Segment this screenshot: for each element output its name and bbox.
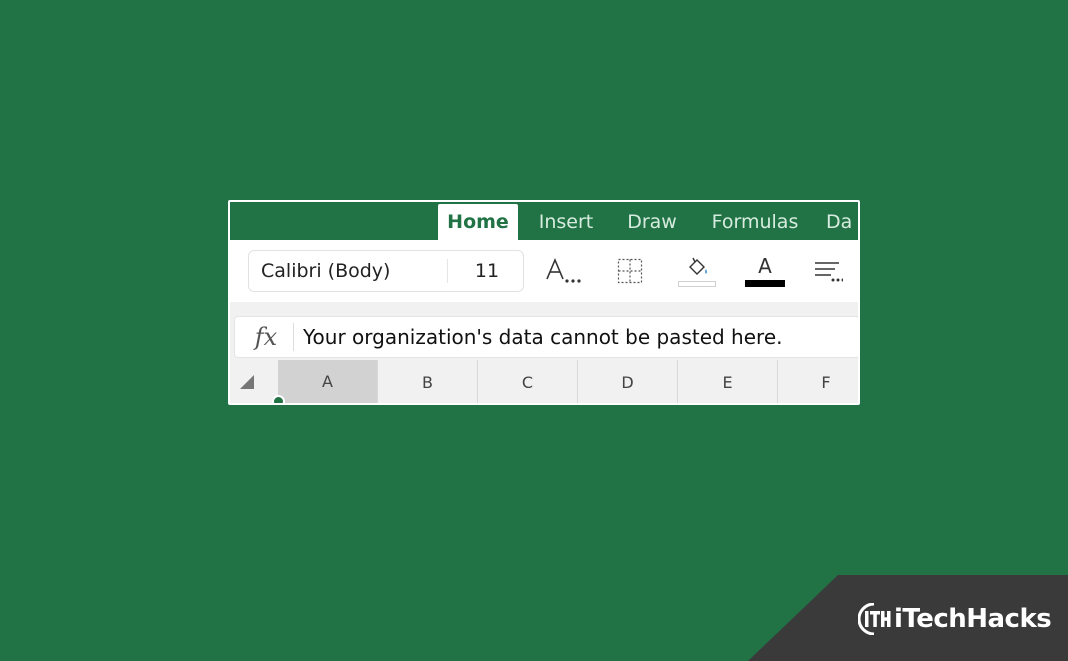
tab-draw[interactable]: Draw bbox=[618, 204, 686, 240]
fill-color-swatch bbox=[678, 281, 716, 287]
font-color-swatch bbox=[745, 280, 785, 287]
fill-color-button[interactable] bbox=[676, 252, 718, 290]
tab-data[interactable]: Da bbox=[826, 204, 858, 240]
borders-button[interactable] bbox=[612, 252, 648, 290]
column-header-e[interactable]: E bbox=[678, 360, 778, 403]
column-header-b[interactable]: B bbox=[378, 360, 478, 403]
tab-formulas[interactable]: Formulas bbox=[702, 204, 808, 240]
selection-handle[interactable] bbox=[272, 395, 285, 403]
fill-color-icon bbox=[689, 257, 707, 275]
column-header-f[interactable]: F bbox=[778, 360, 858, 403]
font-options-button[interactable] bbox=[542, 252, 584, 290]
tab-insert[interactable]: Insert bbox=[528, 204, 604, 240]
select-all-icon[interactable] bbox=[240, 375, 254, 389]
formula-area: fx Your organization's data cannot be pa… bbox=[230, 302, 858, 360]
tab-home[interactable]: Home bbox=[438, 204, 518, 240]
formula-divider bbox=[293, 323, 294, 351]
font-color-icon: A bbox=[758, 254, 772, 278]
font-picker-divider bbox=[447, 259, 448, 283]
font-name-field[interactable]: Calibri (Body) bbox=[261, 251, 390, 291]
watermark-text: iTechHacks bbox=[894, 604, 1052, 634]
align-more-icon bbox=[815, 262, 843, 282]
ribbon-tab-bar: Home Insert Draw Formulas Da bbox=[230, 202, 858, 240]
fx-icon[interactable]: fx bbox=[239, 317, 293, 357]
formula-bar[interactable]: fx Your organization's data cannot be pa… bbox=[234, 316, 858, 358]
align-button[interactable] bbox=[810, 252, 846, 290]
home-toolbar: Calibri (Body) 11 A bbox=[230, 240, 858, 302]
borders-icon bbox=[617, 258, 643, 284]
excel-window: Home Insert Draw Formulas Da Calibri (Bo… bbox=[228, 200, 860, 405]
column-header-c[interactable]: C bbox=[478, 360, 578, 403]
font-color-button[interactable]: A bbox=[744, 252, 786, 290]
font-picker: Calibri (Body) 11 bbox=[248, 250, 524, 292]
font-size-field[interactable]: 11 bbox=[449, 251, 525, 291]
formula-content[interactable]: Your organization's data cannot be paste… bbox=[303, 317, 782, 357]
column-header-d[interactable]: D bbox=[578, 360, 678, 403]
itechhacks-logo-icon bbox=[858, 603, 891, 635]
column-header-a[interactable]: A bbox=[278, 360, 378, 403]
font-options-icon bbox=[546, 257, 581, 283]
column-header-row: A B C D E F bbox=[230, 360, 858, 403]
